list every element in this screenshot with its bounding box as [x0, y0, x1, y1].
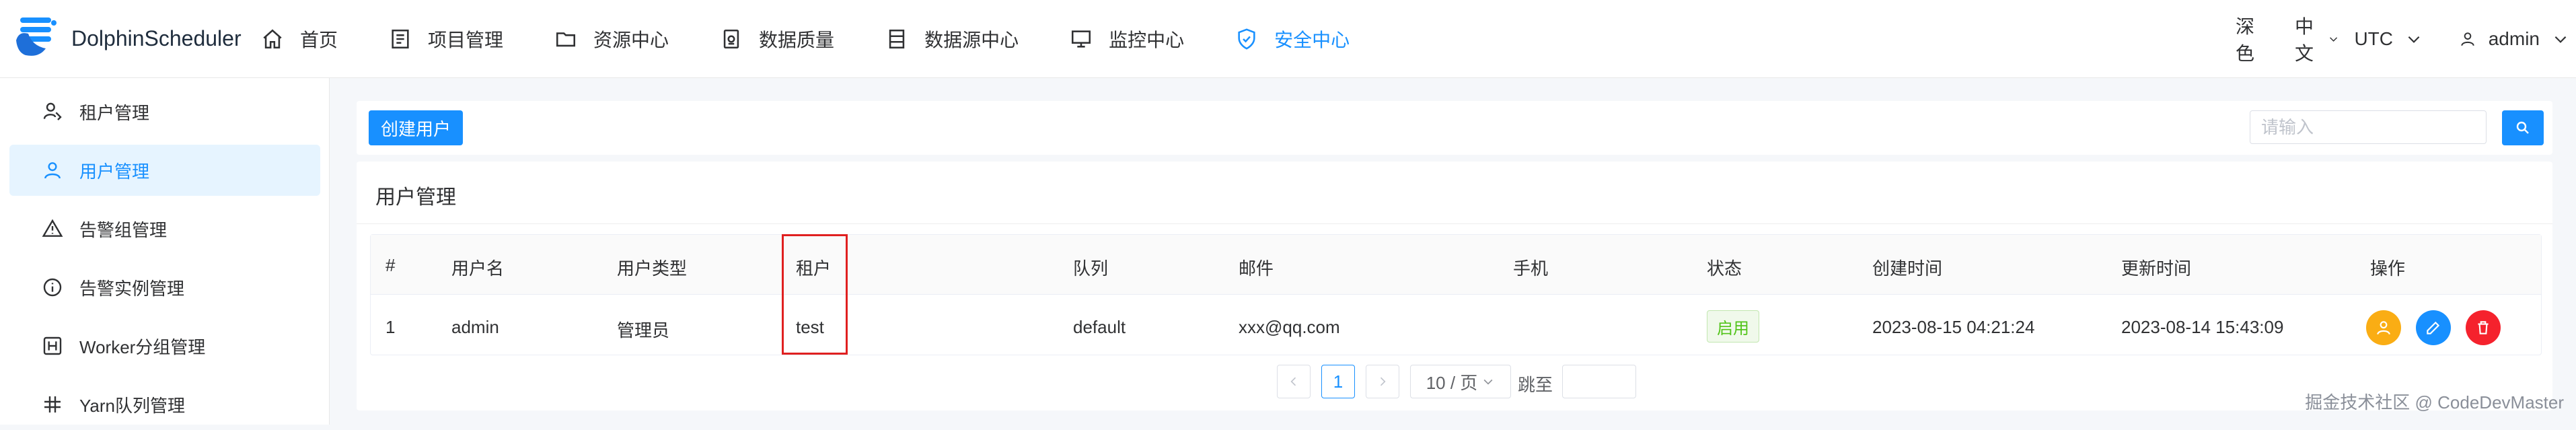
column-header: 用户类型 — [617, 258, 688, 279]
pagination: 1 10 / 页 跳至 — [0, 365, 2576, 401]
column-header: 手机 — [1513, 258, 1549, 279]
cell-index: 1 — [385, 317, 396, 337]
app-name: DolphinScheduler — [71, 26, 242, 50]
cell-created-time: 2023-08-15 04:21:24 — [1872, 317, 2035, 337]
column-header: 邮件 — [1239, 258, 1274, 279]
monitor-icon — [1072, 30, 1091, 48]
card-title: 用户管理 — [375, 186, 456, 209]
search-button[interactable] — [2502, 110, 2544, 145]
nav-item-resource[interactable]: 资源中心 — [554, 0, 669, 77]
delete-button[interactable] — [2466, 310, 2501, 345]
app-logo[interactable]: DolphinScheduler — [12, 11, 261, 67]
column-header: 状态 — [1707, 258, 1742, 279]
nav-item-home[interactable]: 首页 — [261, 0, 338, 77]
card-divider — [357, 223, 2552, 224]
edit-button[interactable] — [2416, 310, 2451, 345]
home-icon — [263, 29, 282, 48]
page-size-select[interactable]: 10 / 页 — [1410, 365, 1511, 398]
nav-item-label: 资源中心 — [593, 29, 669, 50]
next-page-button[interactable] — [1366, 365, 1399, 398]
dolphin-logo-icon — [16, 17, 57, 56]
shield-icon — [1238, 28, 1255, 50]
trash-icon — [2478, 321, 2489, 334]
nav-item-monitor[interactable]: 监控中心 — [1070, 0, 1184, 77]
edit-icon — [2427, 321, 2440, 334]
search-input[interactable] — [2250, 110, 2487, 144]
sidebar-item-label: Worker分组管理 — [79, 336, 206, 357]
page-number-button[interactable]: 1 — [1321, 365, 1355, 398]
language-select[interactable]: 中文 — [2295, 12, 2339, 66]
sidebar-item-tenant[interactable]: 租户管理 — [9, 86, 320, 137]
cell-user-type: 管理员 — [617, 320, 670, 341]
nav-item-security[interactable]: 安全中心 — [1235, 0, 1350, 77]
chevron-left-icon — [1290, 377, 1296, 386]
sidebar-item-users[interactable]: 用户管理 — [9, 145, 320, 196]
sidebar-item-label: 用户管理 — [79, 161, 150, 182]
warning-icon — [42, 219, 63, 237]
timezone-label: UTC — [2354, 28, 2393, 49]
language-label: 中文 — [2294, 16, 2314, 64]
column-header: # — [385, 255, 396, 275]
nav-item-project[interactable]: 项目管理 — [389, 0, 503, 77]
cell-username: admin — [451, 317, 499, 337]
toolbar-card: 创建用户 — [357, 101, 2552, 155]
table-header — [371, 235, 2541, 295]
user-menu[interactable]: admin — [2459, 28, 2569, 50]
sidebar-item-alarm-group[interactable]: 告警组管理 — [9, 203, 320, 254]
prev-page-button[interactable] — [1277, 365, 1311, 398]
user-table: # 用户名 用户类型 租户 队列 邮件 手机 状态 创建时间 更新时间 操作 1… — [370, 234, 2542, 355]
nav-item-label: 首页 — [300, 29, 338, 50]
nav-item-label: 数据质量 — [759, 29, 835, 50]
nav-item-data-quality[interactable]: 数据质量 — [720, 0, 834, 77]
main-nav: 首页 项目管理 资源中心 数据质量 数据源中心 监控中心 安全中心 — [261, 0, 1401, 77]
cell-email: xxx@qq.com — [1239, 317, 1340, 337]
sidebar-item-label: 告警组管理 — [79, 219, 168, 240]
project-icon — [392, 29, 409, 48]
timezone-select[interactable]: UTC — [2354, 28, 2423, 50]
column-header: 操作 — [2370, 258, 2406, 279]
info-icon — [43, 278, 62, 297]
column-header: 队列 — [1073, 258, 1109, 279]
jump-page-input[interactable] — [1562, 365, 1636, 398]
data-quality-icon — [723, 29, 739, 48]
nav-item-datasource[interactable]: 数据源中心 — [885, 0, 1019, 77]
user-name: admin — [2488, 28, 2540, 49]
sidebar-item-label: 告警实例管理 — [79, 278, 185, 299]
user-icon — [2461, 32, 2474, 46]
chevron-down-icon — [1483, 379, 1493, 385]
cell-updated-time: 2023-08-14 15:43:09 — [2121, 317, 2284, 337]
chevron-down-icon — [2329, 37, 2337, 42]
sidebar-item-alarm-instance[interactable]: 告警实例管理 — [9, 262, 320, 313]
sidebar-item-label: 租户管理 — [79, 102, 150, 123]
search-icon — [2516, 121, 2529, 134]
cell-queue: default — [1073, 317, 1126, 337]
datasource-icon — [889, 29, 905, 48]
page-size-label: 10 / 页 — [1426, 372, 1478, 393]
chevron-down-icon — [2554, 36, 2567, 43]
create-user-button[interactable]: 创建用户 — [369, 110, 464, 145]
nav-item-label: 数据源中心 — [924, 29, 1019, 50]
theme-toggle[interactable]: 深色 — [2236, 12, 2254, 66]
status-badge: 启用 — [1707, 310, 1759, 343]
column-header: 用户名 — [451, 258, 505, 279]
column-header: 更新时间 — [2121, 258, 2192, 279]
user-icon — [2377, 321, 2390, 335]
column-header: 创建时间 — [1872, 258, 1943, 279]
user-icon — [44, 162, 61, 179]
sidebar-item-worker-group[interactable]: Worker分组管理 — [9, 320, 320, 371]
tenant-highlight-box — [782, 234, 848, 355]
authorize-button[interactable] — [2366, 310, 2401, 345]
nav-item-label: 项目管理 — [428, 29, 504, 50]
chevron-right-icon — [1380, 377, 1386, 386]
watermark: 掘金技术社区 @ CodeDevMaster — [2305, 392, 2564, 413]
chevron-down-icon — [2408, 36, 2420, 43]
worker-group-icon — [43, 336, 62, 355]
tenant-icon — [43, 102, 62, 120]
top-header: DolphinScheduler 首页 项目管理 资源中心 数据质量 数据源中心… — [0, 0, 2576, 78]
nav-item-label: 监控中心 — [1109, 29, 1185, 50]
folder-icon — [556, 32, 576, 46]
nav-item-label: 安全中心 — [1274, 29, 1350, 50]
jump-label: 跳至 — [1518, 375, 1553, 395]
